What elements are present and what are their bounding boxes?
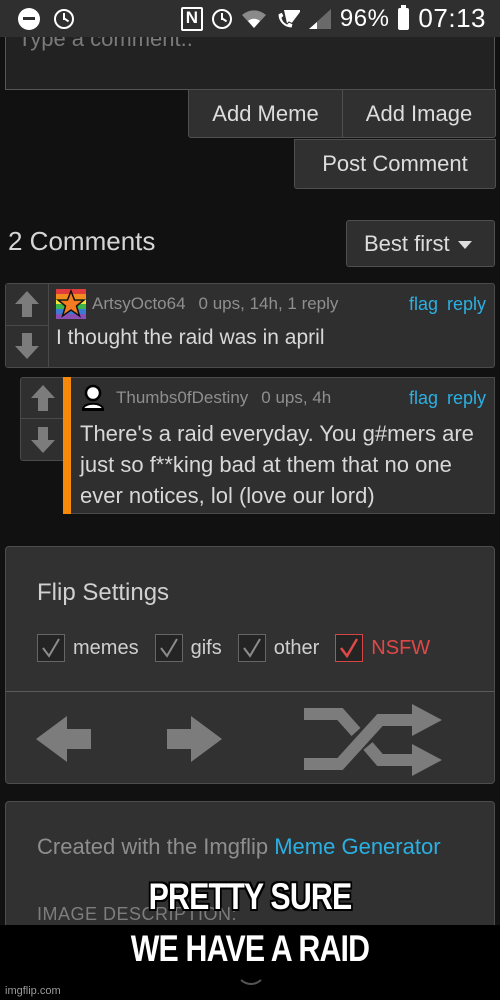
flip-nav (6, 692, 494, 783)
comment-text: I thought the raid was in april (56, 326, 325, 349)
arrow-down-icon (30, 426, 55, 453)
shuffle-icon (304, 704, 442, 776)
vote-controls (6, 284, 49, 367)
meme-caption-bottom: WE HAVE A RAID (130, 928, 370, 969)
checkbox-gifs[interactable] (154, 634, 183, 662)
post-comment-button[interactable]: Post Comment (294, 139, 496, 189)
option-label: other (273, 636, 320, 659)
previous-button[interactable] (34, 714, 94, 764)
reply-link[interactable]: reply (447, 294, 486, 315)
downvote-button[interactable] (6, 326, 48, 368)
flag-link[interactable]: flag (409, 388, 438, 409)
status-bar: N 96% 07:13 (0, 0, 500, 37)
arrow-up-icon (15, 291, 39, 318)
option-memes[interactable]: memes (37, 634, 139, 662)
wifi-calling-icon (277, 9, 300, 29)
sort-dropdown[interactable]: Best first (346, 220, 495, 267)
checkmark-icon (159, 638, 178, 658)
created-prefix: Created with the Imgflip (37, 834, 275, 859)
upvote-button[interactable] (21, 378, 64, 419)
option-label: memes (73, 636, 139, 659)
checkmark-icon (242, 638, 261, 658)
arrow-left-icon (36, 716, 91, 762)
comment-username[interactable]: ArtsyOcto64 (92, 294, 186, 314)
alarm-icon (211, 8, 232, 29)
do-not-disturb-icon (18, 7, 40, 30)
flag-link[interactable]: flag (409, 294, 438, 315)
signal-icon (308, 8, 331, 29)
add-image-button[interactable]: Add Image (342, 89, 496, 138)
option-other[interactable]: other (237, 634, 320, 662)
meme-caption-top: PRETTY SURE (148, 876, 353, 917)
upvote-button[interactable] (6, 284, 48, 326)
battery-icon (398, 4, 410, 30)
checkmark-icon (340, 638, 359, 658)
checkbox-other[interactable] (237, 634, 266, 662)
flip-settings-title: Flip Settings (37, 579, 170, 606)
user-avatar[interactable] (80, 383, 110, 413)
comment-username[interactable]: Thumbs0fDestiny (116, 388, 248, 408)
created-with-text: Created with the Imgflip Meme Generator (37, 832, 457, 862)
meme-generator-link[interactable]: Meme Generator (274, 834, 440, 859)
checkmark-icon (42, 638, 60, 658)
image-description-panel: Created with the Imgflip Meme Generator … (5, 801, 495, 941)
checkbox-memes[interactable] (37, 634, 65, 662)
checkbox-nsfw[interactable] (335, 634, 364, 662)
comment-meta: 0 ups, 4h (261, 388, 332, 407)
option-nsfw[interactable]: NSFW (335, 634, 430, 662)
next-button[interactable] (164, 714, 224, 764)
wifi-icon (241, 9, 266, 28)
add-meme-button[interactable]: Add Meme (188, 89, 343, 138)
arrow-up-icon (30, 385, 55, 411)
sort-selected-label: Best first (364, 230, 450, 256)
random-button[interactable] (296, 700, 456, 780)
downvote-button[interactable] (21, 419, 64, 460)
reply-accent-bar (63, 377, 71, 514)
comments-count: 2 Comments (8, 226, 156, 256)
flip-settings-panel: Flip Settings memes gifs other NSFW (5, 546, 495, 784)
flip-options: memes gifs other NSFW (37, 634, 446, 662)
comment-meta: 0 ups, 14h, 1 reply (198, 294, 339, 313)
alarm-icon (54, 8, 74, 29)
option-label: gifs (190, 636, 222, 659)
comment-input[interactable] (6, 31, 494, 89)
arrow-right-icon (167, 716, 222, 762)
user-avatar[interactable] (56, 289, 86, 319)
imgflip-watermark: imgflip.com (5, 985, 61, 997)
vote-controls (20, 377, 64, 461)
comment-text: There's a raid everyday. You g#mers are … (80, 421, 474, 508)
battery-percent: 96% (339, 4, 390, 32)
option-gifs[interactable]: gifs (154, 634, 222, 662)
comment-input-box[interactable] (5, 30, 495, 90)
comment: ArtsyOcto64 0 ups, 14h, 1 reply flag rep… (5, 283, 495, 368)
nfc-icon: N (180, 6, 203, 31)
comment-reply: Thumbs0fDestiny 0 ups, 4h flag reply The… (63, 377, 495, 514)
reply-link[interactable]: reply (447, 388, 486, 409)
option-label: NSFW (371, 636, 431, 659)
chevron-down-icon (457, 241, 472, 249)
arrow-down-icon (15, 333, 39, 360)
clock: 07:13 (418, 3, 486, 33)
